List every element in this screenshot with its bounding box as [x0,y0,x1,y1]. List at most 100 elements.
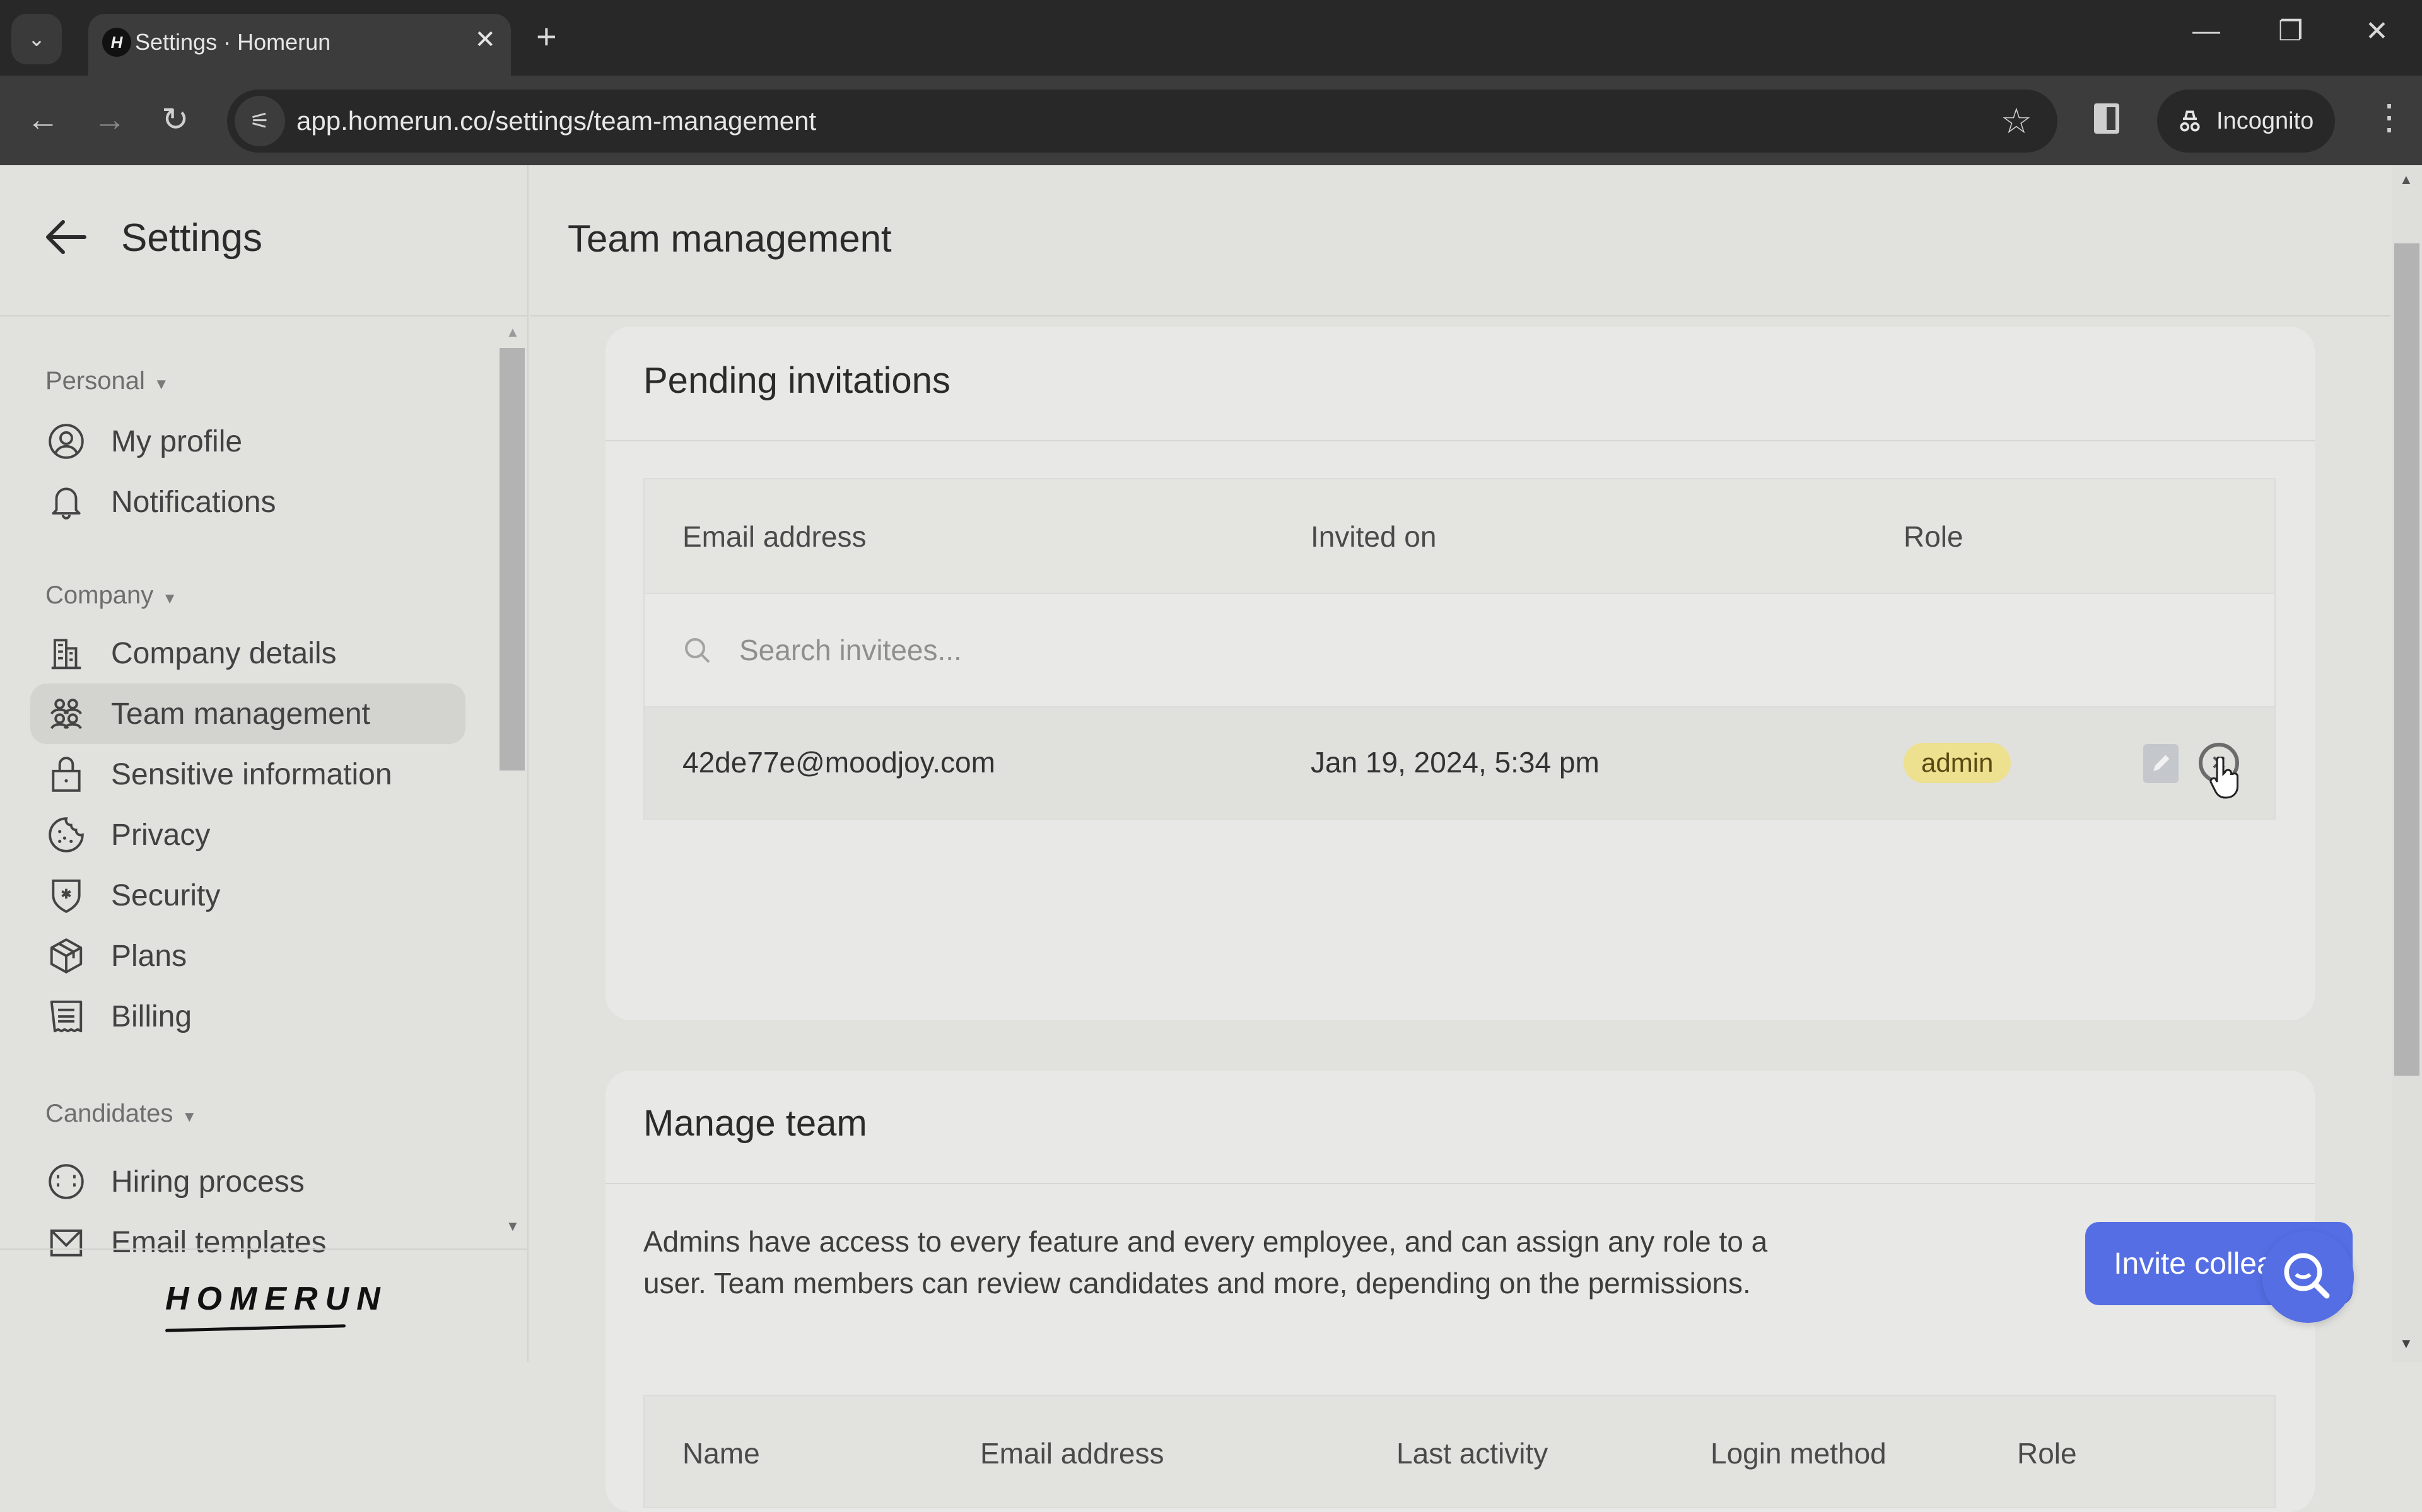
pending-invitations-title: Pending invitations [643,360,951,401]
manage-team-title: Manage team [643,1103,867,1144]
pending-invitations-card: Pending invitations Email address Invite… [606,327,2315,1020]
smile-search-icon [2284,1253,2330,1299]
app: Settings Personal ▼ My profile Notificati… [0,165,2422,1512]
column-header[interactable]: Last activity [1396,1436,1548,1470]
section-company[interactable]: Company ▼ [45,581,177,610]
minimize-icon[interactable]: — [2192,15,2220,47]
sidebar-item-notifications[interactable]: Notifications [30,472,465,532]
column-header[interactable]: Email address [980,1436,1164,1470]
manage-team-description: Admins have access to every feature and … [643,1225,1768,1300]
section-personal[interactable]: Personal ▼ [45,367,169,395]
caret-down-icon: ▼ [182,1108,197,1125]
baseball-icon [49,1164,84,1199]
new-tab-button[interactable]: + [536,16,557,57]
tab-title: Settings · Homerun [135,29,331,55]
incognito-indicator[interactable]: Incognito [2157,90,2335,153]
sidebar-item-billing[interactable]: Billing [30,986,465,1047]
sidebar-item-sensitive-information[interactable]: Sensitive information [30,744,465,805]
column-header[interactable]: Login method [1711,1436,1887,1470]
lock-icon [52,757,81,792]
address-bar[interactable]: ⚟ app.homerun.co/settings/team-managemen… [227,90,2057,153]
sidebar-item-privacy[interactable]: Privacy [30,805,465,865]
bell-icon [52,487,81,520]
back-arrow-icon[interactable] [42,212,92,262]
site-info-icon[interactable]: ⚟ [235,96,285,146]
url-text[interactable]: app.homerun.co/settings/team-management [296,103,816,139]
scroll-down-icon[interactable]: ▼ [2399,1335,2413,1352]
invited-on: Jan 19, 2024, 5:34 pm [1311,746,1600,779]
browser-toolbar: ← → ↻ ⚟ app.homerun.co/settings/team-man… [0,76,2422,165]
bookmark-star-icon[interactable]: ☆ [2001,101,2032,141]
tab-search-button[interactable]: ⌄ [11,14,62,64]
search-icon [685,638,710,663]
receipt-icon [50,1000,83,1033]
scroll-up-icon[interactable]: ▲ [2399,172,2413,188]
sidebar-item-hiring-process[interactable]: Hiring process [30,1151,465,1212]
incognito-icon [2180,110,2200,132]
forward-icon[interactable]: → [93,101,126,139]
sidebar-item-plans[interactable]: Plans [30,926,465,986]
main-header: Team management [530,165,2390,317]
main-content: Team management Pending invitations Emai… [530,165,2422,1512]
caret-down-icon: ▼ [162,590,177,607]
caret-down-icon: ▼ [153,376,169,393]
table-row: 42de77e@moodjoy.com Jan 19, 2024, 5:34 p… [645,706,2274,818]
column-header[interactable]: Role [2017,1436,2077,1470]
back-icon[interactable]: ← [26,101,59,139]
sidebar-footer: HOMERUN [0,1248,529,1362]
team-table-header: Name Email address Last activity Login m… [643,1395,2276,1508]
search-invitees-input[interactable] [739,628,1496,672]
browser-menu-icon[interactable]: ⋮ [2372,97,2407,137]
sidebar-item-label: My profile [111,424,243,458]
homerun-favicon-icon: H [102,28,131,57]
sidebar-header: Settings [0,165,529,317]
scroll-up-icon[interactable]: ▲ [506,324,520,340]
window-close-icon[interactable]: ✕ [2365,15,2389,47]
sidebar-scroll-thumb[interactable] [500,348,525,771]
page-title: Team management [568,218,892,260]
scroll-down-icon[interactable]: ▼ [506,1218,520,1235]
building-icon [51,639,81,670]
browser-tab-active[interactable]: H Settings · Homerun ✕ [88,14,511,76]
team-icon [50,699,82,730]
card-divider [606,440,2315,441]
sidebar-item-my-profile[interactable]: My profile [30,411,465,472]
incognito-label: Incognito [2216,107,2314,134]
sidebar-item-team-management[interactable]: Team management [30,683,465,744]
sidebar-item-label: Company details [111,636,337,670]
sidebar-item-label: Team management [111,697,370,731]
restore-icon[interactable]: ❐ [2278,15,2303,47]
sidebar-item-label: Hiring process [111,1165,305,1199]
sidebar-item-security[interactable]: Security [30,865,465,926]
page-scroll-thumb[interactable] [2394,243,2419,1076]
pencil-icon [2153,755,2170,771]
sidebar-item-label: Security [111,878,221,912]
cookie-icon [49,817,84,852]
sidebar-item-company-details[interactable]: Company details [30,623,465,683]
sidebar-item-label: Billing [111,999,192,1033]
tab-close-icon[interactable]: ✕ [474,25,496,54]
side-panel-icon[interactable] [2094,103,2119,134]
shield-icon [52,879,81,913]
column-header: Invited on [1311,520,1437,553]
sidebar-title: Settings [121,216,263,260]
sidebar-item-label: Notifications [111,485,276,519]
settings-sidebar: Settings Personal ▼ My profile Notificati… [0,165,529,1362]
column-header[interactable]: Name [682,1436,760,1470]
manage-team-card: Manage team Admins have access to every … [606,1071,2353,1512]
sidebar-item-label: Privacy [111,818,211,852]
reload-icon[interactable]: ↻ [161,101,189,139]
section-candidates[interactable]: Candidates ▼ [45,1100,197,1128]
logo-underline [165,1324,346,1332]
homerun-logo: HOMERUN [165,1281,388,1317]
edit-invitation-button[interactable] [2143,744,2179,783]
page-scrollbar[interactable]: ▲ ▼ [2392,165,2422,1362]
invitations-table: Email address Invited on Role 42de77e@mo… [643,478,2276,820]
table-header: Email address Invited on Role [645,479,2274,593]
card-divider [606,1183,2315,1184]
help-search-fab[interactable] [2262,1231,2354,1323]
column-header: Email address [682,520,867,553]
column-header: Role [1904,520,1963,553]
browser-tabstrip: ⌄ H Settings · Homerun ✕ + — ❐ ✕ [0,0,2422,76]
sidebar-item-label: Plans [111,939,187,973]
